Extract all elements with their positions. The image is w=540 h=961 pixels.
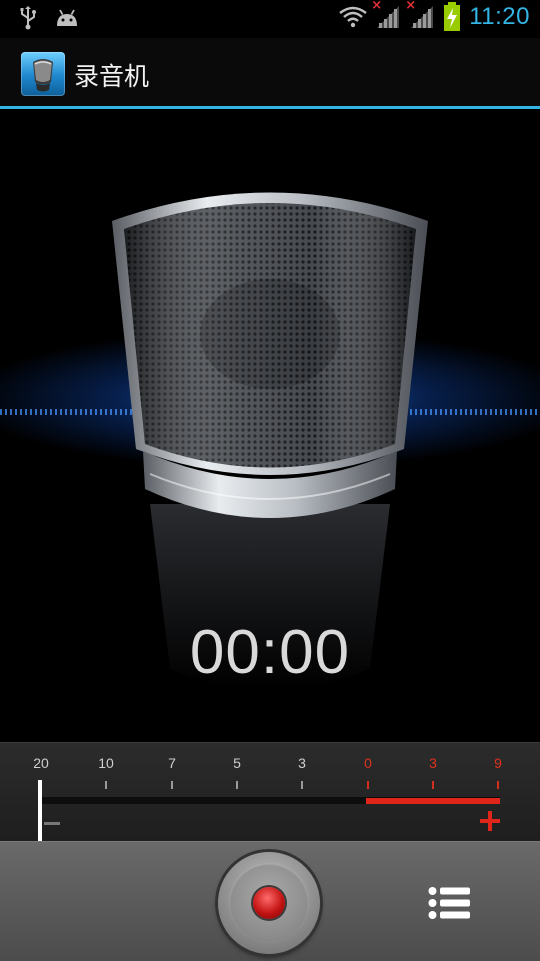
level-meter: 20 10 7 5 3 0 3 9	[0, 742, 540, 842]
meter-tick	[236, 781, 238, 789]
meter-label: 5	[233, 755, 241, 771]
no-signal-mark: ×	[405, 0, 417, 13]
meter-label: 9	[494, 755, 502, 771]
battery-charging-icon	[444, 2, 461, 31]
app-title: 录音机	[74, 62, 150, 91]
meter-overload-zone	[366, 798, 500, 804]
microphone-stage: 00:00	[0, 109, 540, 742]
status-time: 11:20	[469, 3, 530, 30]
no-signal-mark: ×	[371, 0, 383, 13]
meter-tick	[497, 781, 499, 789]
recordings-list-icon[interactable]	[428, 886, 472, 920]
signal-no-service-icon: ×	[405, 0, 435, 30]
control-bar	[0, 841, 540, 961]
signal-no-service-icon: ×	[371, 0, 401, 30]
meter-label: 0	[364, 755, 372, 771]
record-icon	[253, 887, 285, 919]
level-indicator	[38, 780, 42, 842]
record-button-face	[229, 863, 309, 943]
meter-label: 3	[298, 755, 306, 771]
recording-timer: 00:00	[189, 618, 351, 687]
plus-icon	[480, 811, 500, 831]
meter-label: 3	[429, 755, 437, 771]
meter-tick	[367, 781, 369, 789]
wifi-icon	[339, 6, 367, 28]
meter-tick	[432, 781, 434, 789]
meter-tick	[171, 781, 173, 789]
meter-tick	[105, 781, 107, 789]
meter-label: 7	[168, 755, 176, 771]
action-bar: 录音机	[0, 38, 540, 109]
meter-label: 20	[33, 755, 49, 771]
minus-icon	[44, 822, 60, 825]
status-bar: × × 11:20	[0, 0, 540, 38]
usb-icon	[20, 6, 36, 30]
android-debug-icon	[57, 9, 77, 26]
meter-label: 10	[98, 755, 114, 771]
voice-recorder-app-icon[interactable]	[21, 52, 65, 96]
meter-tick	[301, 781, 303, 789]
record-button[interactable]	[218, 852, 320, 954]
